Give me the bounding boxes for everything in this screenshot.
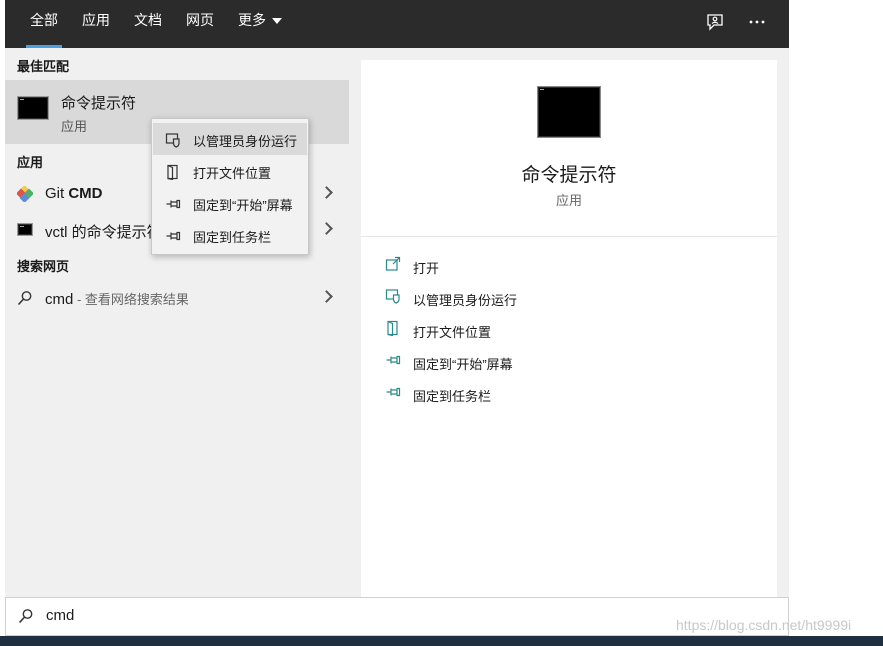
vctl-terminal-icon: [17, 223, 33, 236]
context-menu: 以管理员身份运行 打开文件位置 固定到“开始”屏幕 固定到任务栏: [151, 118, 309, 255]
pin-icon: [166, 199, 181, 209]
chevron-down-icon: [272, 18, 282, 25]
action-open-file-location[interactable]: 打开文件位置: [381, 316, 761, 344]
open-icon: [385, 256, 401, 271]
chevron-right-icon[interactable]: [320, 222, 333, 235]
chevron-right-icon[interactable]: [320, 290, 333, 303]
best-match-subtitle: 应用: [61, 119, 88, 134]
web-search-result[interactable]: cmd - 查看网络搜索结果: [5, 282, 349, 314]
action-open[interactable]: 打开: [381, 252, 761, 280]
tab-all[interactable]: 全部: [26, 0, 62, 48]
taskbar: [0, 636, 883, 646]
search-panel: 全部 应用 文档 网页 更多 最佳匹配 命令提示符 应用 应用 Git CMD …: [5, 0, 789, 636]
pin-icon: [386, 355, 401, 365]
search-box[interactable]: cmd: [5, 597, 789, 636]
app-result-label: vctl 的命令提示符: [45, 224, 162, 241]
chevron-right-icon[interactable]: [320, 186, 333, 199]
tab-documents[interactable]: 文档: [134, 0, 162, 48]
action-run-as-admin[interactable]: 以管理员身份运行: [381, 284, 761, 312]
details-subtitle: 应用: [555, 193, 582, 208]
search-icon: [17, 291, 32, 306]
pin-icon: [166, 231, 181, 241]
details-divider: [361, 236, 777, 237]
shield-icon: [385, 289, 400, 304]
tab-more[interactable]: 更多: [238, 0, 282, 48]
web-search-label: cmd - 查看网络搜索结果: [45, 291, 189, 308]
section-web-title: 搜索网页: [17, 259, 70, 274]
best-match-title: 命令提示符: [61, 95, 137, 112]
feedback-icon[interactable]: [705, 12, 725, 32]
folder-location-icon: [167, 164, 178, 180]
watermark: https://blog.csdn.net/ht9999i: [676, 617, 852, 633]
tab-web[interactable]: 网页: [186, 0, 214, 48]
command-prompt-large-icon: [537, 86, 601, 138]
shield-icon: [165, 133, 180, 148]
action-pin-to-taskbar[interactable]: 固定到任务栏: [381, 380, 761, 408]
pin-icon: [386, 387, 401, 397]
search-input[interactable]: cmd: [46, 607, 74, 624]
menu-item-pin-to-taskbar[interactable]: 固定到任务栏: [153, 219, 307, 251]
folder-location-icon: [387, 320, 398, 336]
command-prompt-icon: [17, 96, 49, 120]
section-best-match-title: 最佳匹配: [17, 59, 70, 74]
action-pin-to-start[interactable]: 固定到“开始”屏幕: [381, 348, 761, 376]
details-title: 命令提示符: [521, 165, 617, 186]
menu-item-pin-to-start[interactable]: 固定到“开始”屏幕: [153, 187, 307, 219]
menu-item-open-file-location[interactable]: 打开文件位置: [153, 155, 307, 187]
tab-apps[interactable]: 应用: [82, 0, 110, 48]
menu-item-run-as-admin[interactable]: 以管理员身份运行: [153, 123, 307, 155]
app-result-label: Git CMD: [45, 185, 103, 202]
section-apps-title: 应用: [17, 155, 44, 170]
more-options-icon[interactable]: [747, 12, 767, 32]
details-pane: 命令提示符 应用 打开 以管理员身份运行 打开文件位置 固定到“开始”屏幕 固定…: [361, 60, 777, 598]
git-cmd-icon: [17, 186, 33, 202]
search-icon: [18, 609, 33, 624]
filter-tab-bar: 全部 应用 文档 网页 更多: [5, 0, 789, 48]
